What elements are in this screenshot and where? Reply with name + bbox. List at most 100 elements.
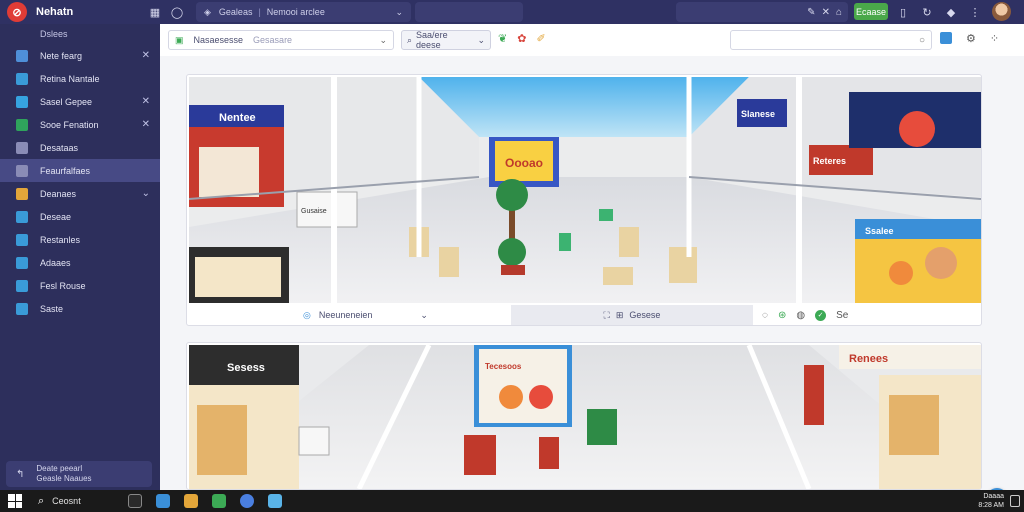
tray-clock: 8:28 AM: [978, 502, 1004, 509]
file-explorer-icon[interactable]: [128, 494, 143, 508]
image-card-secondary[interactable]: Sesess Tecesoos Renees: [186, 342, 982, 490]
sign-top-left: Nentee: [219, 112, 256, 124]
sidebar-item[interactable]: Fesl Rouse: [0, 274, 160, 297]
link-icon[interactable]: ⊞: [616, 310, 624, 321]
home-icon[interactable]: ⌂: [836, 7, 842, 18]
footer-line1: Deate peearl: [36, 464, 83, 473]
sidebar-item-icon: [16, 256, 28, 269]
taskbar-search-text[interactable]: Ceosnt: [52, 496, 112, 506]
image-info-bar: ◎ Neeuneneien ⌄ ⛶ ⊞ Gesese ◌ ⊛ ◍ ✓ Se: [187, 303, 981, 327]
chevron-down-icon: ⌄: [477, 34, 485, 45]
top-bar: ⊘ Nehatn ▦ ◯ ◈ Gealeas | Nemooi arclee ⌄…: [0, 0, 1024, 24]
search-input[interactable]: ○: [730, 30, 932, 50]
sidebar-item[interactable]: Deanaes ⌄: [0, 182, 160, 205]
grid-icon[interactable]: ⁘: [990, 32, 999, 45]
bookmark-icon[interactable]: ▯: [894, 3, 912, 21]
search-icon[interactable]: ⌕: [38, 495, 44, 508]
sidebar-item[interactable]: Feaurfalfaes: [0, 159, 160, 182]
edit-icon[interactable]: ✎: [807, 7, 815, 18]
save-icon[interactable]: [940, 32, 952, 44]
sidebar-footer[interactable]: ↰ Deate peearl Geasle Naaues: [6, 461, 152, 487]
image-card-primary[interactable]: Nentee Gusaise Oooao Slanese Reteres Ssa…: [186, 74, 982, 326]
start-icon[interactable]: [8, 494, 22, 508]
image-actions-label: Se: [836, 309, 849, 321]
avatar[interactable]: [992, 2, 1011, 21]
address-tab[interactable]: ◈ Gealeas | Nemooi arclee ⌄: [196, 2, 411, 22]
sidebar-item-icon: [16, 210, 28, 223]
share-icon[interactable]: ⊛: [778, 310, 786, 321]
sidebar-item[interactable]: Retina Nantale: [0, 67, 160, 90]
app-logo[interactable]: ⊘: [7, 2, 27, 22]
sign-top-right: Slanese: [741, 109, 775, 119]
approve-icon[interactable]: ✓: [815, 309, 827, 321]
crop-icon[interactable]: ⛶: [604, 310, 610, 321]
tab-secondary-label: Nemooi arclee: [266, 7, 325, 17]
sidebar-item[interactable]: Sooe Fenation ✕: [0, 113, 160, 136]
sidebar-item[interactable]: Adaaes: [0, 251, 160, 274]
gem-icon[interactable]: ◆: [942, 3, 960, 21]
main-panel: ▣ Nasaesesse Gesasare ⌄ ⌕ Saa/ere deese …: [160, 24, 1024, 510]
tab-separator: |: [258, 7, 261, 17]
close-icon[interactable]: ✕: [142, 119, 150, 130]
notification-icon[interactable]: [1010, 495, 1020, 507]
view-dropdown[interactable]: ▣ Nasaesesse Gesasare ⌄: [168, 30, 394, 50]
right-action-pill[interactable]: ✎ ✕ ⌂: [676, 2, 848, 22]
sidebar-item[interactable]: Desataas: [0, 136, 160, 159]
image-controls[interactable]: ⛶ ⊞ Gesese: [511, 305, 753, 325]
image-controls-label: Gesese: [629, 310, 661, 320]
chevron-down-icon[interactable]: ⌄: [395, 7, 403, 18]
sidebar-item-icon: [16, 187, 28, 200]
sidebar-item-label: Deseae: [40, 211, 72, 222]
system-tray[interactable]: Daaaa 8:28 AM: [956, 492, 1004, 510]
location-icon: ◎: [303, 309, 311, 320]
cloud-icon[interactable]: [268, 494, 283, 508]
filter-dropdown-label: Saa/ere deese: [416, 30, 448, 50]
files-icon[interactable]: [184, 494, 199, 508]
leaf-icon[interactable]: ❦: [498, 32, 507, 45]
sidebar-item[interactable]: Nete fearg ✕: [0, 44, 160, 67]
sidebar-item-icon: [16, 141, 28, 154]
shield-icon: ◈: [204, 6, 211, 17]
close-icon[interactable]: ✕: [142, 96, 150, 107]
photos-icon[interactable]: [156, 494, 171, 508]
sign-bottom-right: Renees: [849, 353, 888, 365]
toolbar-right-icons: ⚙ ⁘: [940, 32, 999, 45]
sidebar-item-label: Feaurfalfaes: [40, 165, 91, 176]
sidebar-item[interactable]: Sasel Gepee ✕: [0, 90, 160, 113]
content-area: Nentee Gusaise Oooao Slanese Reteres Ssa…: [160, 56, 1024, 510]
sidebar-item-icon: [16, 164, 28, 177]
chevron-down-icon: ⌄: [379, 34, 387, 45]
chevron-down-icon: ⌄: [420, 309, 428, 320]
comment-icon[interactable]: ◍: [796, 310, 805, 321]
palette-icon[interactable]: ✿: [517, 32, 526, 45]
image-source[interactable]: ◎ Neeuneneien ⌄: [303, 310, 428, 321]
settings-icon[interactable]: ⚙: [966, 32, 976, 45]
close-icon[interactable]: ✕: [142, 50, 150, 61]
sidebar-item[interactable]: Restanles: [0, 228, 160, 251]
sidebar-item-label: Saste: [40, 303, 64, 314]
store-icon[interactable]: [212, 494, 227, 508]
sign-bottom-left: Sesess: [227, 362, 265, 374]
brush-icon[interactable]: ✐: [536, 32, 545, 45]
sidebar-item-icon: [16, 279, 28, 292]
more-icon[interactable]: ⋮: [966, 3, 984, 21]
secondary-tab-area[interactable]: [415, 2, 523, 22]
action-green-button[interactable]: Ecaase: [854, 3, 888, 20]
chevron-down-icon[interactable]: ⌄: [142, 188, 150, 199]
footer-line2: Geasle Naaues: [36, 474, 92, 483]
browser-icon[interactable]: [240, 494, 255, 508]
refresh-icon[interactable]: ↻: [918, 3, 936, 21]
calendar-icon[interactable]: ▦: [146, 3, 164, 21]
sidebar: Dslees Nete fearg ✕ Retina Nantale Sasel Ge…: [0, 24, 160, 490]
tab-main-label: Gealeas: [218, 7, 253, 17]
close-icon[interactable]: ✕: [822, 7, 830, 18]
collapse-icon[interactable]: ↰: [16, 469, 24, 480]
sidebar-item-label: Deanaes: [40, 188, 77, 199]
sidebar-item-icon: [16, 118, 28, 131]
sidebar-item[interactable]: Deseae: [0, 205, 160, 228]
sidebar-item[interactable]: Saste: [0, 297, 160, 320]
chat-icon[interactable]: ◯: [168, 3, 186, 21]
search-icon[interactable]: ◌: [762, 310, 768, 321]
sign-right-red: Reteres: [813, 156, 846, 166]
filter-dropdown[interactable]: ⌕ Saa/ere deese ⌄: [401, 30, 491, 50]
